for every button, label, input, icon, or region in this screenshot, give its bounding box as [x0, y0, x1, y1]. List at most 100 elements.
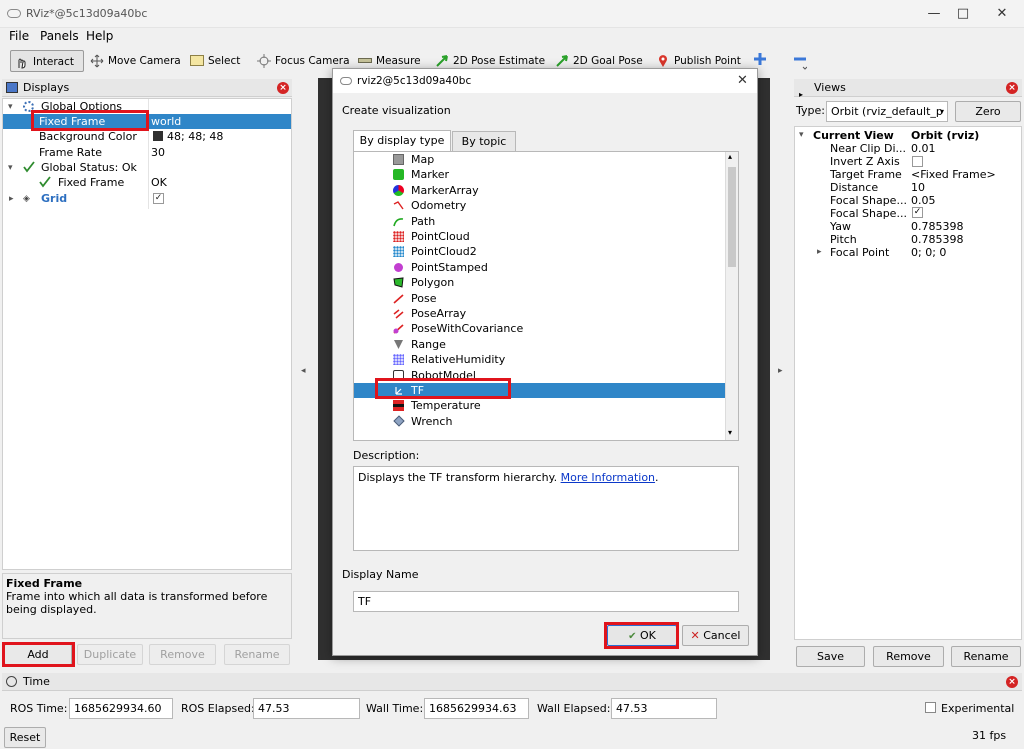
menu-panels[interactable]: Panels: [40, 29, 79, 43]
collapse-right-arrow-icon[interactable]: ▸: [778, 366, 783, 376]
reset-button[interactable]: Reset: [4, 727, 46, 748]
grid-enabled-checkbox[interactable]: ✓: [153, 193, 164, 204]
list-item-pose[interactable]: Pose: [354, 291, 726, 306]
dialog-heading: Create visualization: [342, 104, 451, 117]
remove-view-button[interactable]: Remove: [873, 646, 944, 667]
zero-view-button[interactable]: Zero: [955, 101, 1021, 122]
expand-arrow-icon[interactable]: ▾: [8, 163, 13, 173]
display-type-list: Map Marker MarkerArray Odometry Path Poi…: [353, 151, 739, 441]
list-item-robotmodel[interactable]: RobotModel: [354, 368, 726, 383]
save-view-button[interactable]: Save: [796, 646, 865, 667]
invert-z-checkbox[interactable]: [912, 156, 923, 167]
collapse-arrow-icon[interactable]: ▸: [817, 247, 822, 257]
ok-button[interactable]: ✔ OK: [607, 625, 677, 646]
more-information-link[interactable]: More Information: [561, 471, 655, 484]
color-swatch[interactable]: [153, 131, 163, 141]
add-tool-plus-icon[interactable]: [753, 52, 767, 66]
expand-arrow-icon[interactable]: ▾: [8, 102, 13, 112]
menu-help[interactable]: Help: [86, 29, 113, 43]
list-item-marker[interactable]: Marker: [354, 167, 726, 182]
list-item-map[interactable]: Map: [354, 152, 726, 167]
item-label: Wrench: [411, 414, 453, 428]
wall-time-field[interactable]: 1685629934.63: [424, 698, 529, 719]
list-item-wrench[interactable]: Wrench: [354, 414, 726, 429]
duplicate-display-button[interactable]: Duplicate: [77, 644, 143, 665]
checkmark-icon: [23, 161, 35, 173]
rename-display-button[interactable]: Rename: [224, 644, 290, 665]
list-item-temperature[interactable]: Temperature: [354, 398, 726, 413]
view-type-select[interactable]: Orbit (rviz_default_p ▾: [826, 101, 948, 122]
collapse-left-arrow-icon[interactable]: ◂: [301, 366, 306, 376]
close-panel-icon[interactable]: ×: [1006, 82, 1018, 94]
item-label: Path: [411, 214, 436, 228]
list-item-range[interactable]: Range: [354, 337, 726, 352]
move-camera-tool[interactable]: Move Camera: [86, 50, 185, 72]
focal-shape-size-value[interactable]: 0.05: [911, 193, 936, 208]
near-clip-value[interactable]: 0.01: [911, 141, 936, 156]
help-title: Fixed Frame: [6, 577, 83, 590]
global-options-row[interactable]: Global Options: [41, 99, 122, 114]
item-label: Odometry: [411, 199, 467, 213]
list-item-pointcloud2[interactable]: PointCloud2: [354, 244, 726, 259]
list-item-pointstamped[interactable]: PointStamped: [354, 260, 726, 275]
list-item-pointcloud[interactable]: PointCloud: [354, 229, 726, 244]
cancel-label: Cancel: [703, 629, 741, 642]
wall-elapsed-field[interactable]: 47.53: [611, 698, 717, 719]
cancel-button[interactable]: ✕ Cancel: [682, 625, 749, 646]
column-divider: [148, 99, 149, 209]
rename-view-button[interactable]: Rename: [951, 646, 1021, 667]
list-scrollbar[interactable]: ▴ ▾: [725, 152, 738, 440]
views-expand-icon: ▸: [799, 90, 804, 99]
ros-elapsed-field[interactable]: 47.53: [253, 698, 360, 719]
fixed-frame-value[interactable]: world: [151, 114, 181, 129]
close-window-button[interactable]: ✕: [988, 4, 1016, 24]
list-item-posewithcovariance[interactable]: PoseWithCovariance: [354, 321, 726, 336]
maximize-button[interactable]: □: [949, 4, 977, 24]
range-cone-icon: [394, 339, 403, 349]
rviz-app-icon: [7, 9, 21, 18]
experimental-checkbox[interactable]: [925, 702, 936, 713]
list-item-markerarray[interactable]: MarkerArray: [354, 183, 726, 198]
odometry-arrow-icon: [393, 201, 404, 210]
move-arrows-icon: [90, 54, 104, 68]
monitor-icon: [6, 82, 18, 93]
displays-panel-header: Displays ×: [2, 79, 292, 97]
interact-tool[interactable]: Interact: [10, 50, 84, 72]
map-pin-icon: [659, 55, 667, 67]
minimize-button[interactable]: —: [920, 4, 948, 24]
display-name-input[interactable]: TF: [353, 591, 739, 612]
remove-tool-minus-icon[interactable]: [793, 52, 807, 70]
list-item-path[interactable]: Path: [354, 214, 726, 229]
list-item-relativehumidity[interactable]: RelativeHumidity: [354, 352, 726, 367]
grid-display-row[interactable]: Grid: [41, 191, 67, 206]
collapse-arrow-icon[interactable]: ▸: [9, 194, 14, 204]
remove-display-button[interactable]: Remove: [149, 644, 216, 665]
tf-axes-icon: [395, 387, 402, 395]
clock-icon: [6, 676, 17, 687]
list-item-posearray[interactable]: PoseArray: [354, 306, 726, 321]
scroll-down-arrow-icon[interactable]: ▾: [728, 428, 732, 437]
add-display-button[interactable]: Add: [4, 644, 72, 665]
select-tool[interactable]: Select: [186, 50, 244, 72]
frame-rate-value[interactable]: 30: [151, 145, 165, 160]
scrollbar-thumb[interactable]: [728, 167, 736, 267]
tab-by-display-type[interactable]: By display type: [353, 130, 451, 152]
ros-time-field[interactable]: 1685629934.60: [69, 698, 173, 719]
list-item-tf[interactable]: TF: [354, 383, 726, 399]
humidity-icon: [393, 354, 404, 366]
close-panel-icon[interactable]: ×: [1006, 676, 1018, 688]
expand-arrow-icon[interactable]: ▾: [799, 130, 804, 140]
list-item-odometry[interactable]: Odometry: [354, 198, 726, 213]
focal-shape-checkbox[interactable]: ✓: [912, 207, 923, 218]
tab-by-topic[interactable]: By topic: [452, 131, 516, 152]
close-panel-icon[interactable]: ×: [277, 82, 289, 94]
status-fixed-frame-label: Fixed Frame: [58, 176, 125, 189]
description-period: .: [655, 471, 659, 484]
focal-point-value[interactable]: 0; 0; 0: [911, 245, 946, 260]
list-item-polygon[interactable]: Polygon: [354, 275, 726, 290]
background-color-value[interactable]: 48; 48; 48: [167, 129, 223, 144]
scroll-up-arrow-icon[interactable]: ▴: [728, 152, 732, 161]
global-status-row[interactable]: Global Status: Ok: [41, 160, 137, 175]
close-dialog-icon[interactable]: ✕: [737, 73, 748, 88]
menu-file[interactable]: File: [9, 29, 29, 43]
